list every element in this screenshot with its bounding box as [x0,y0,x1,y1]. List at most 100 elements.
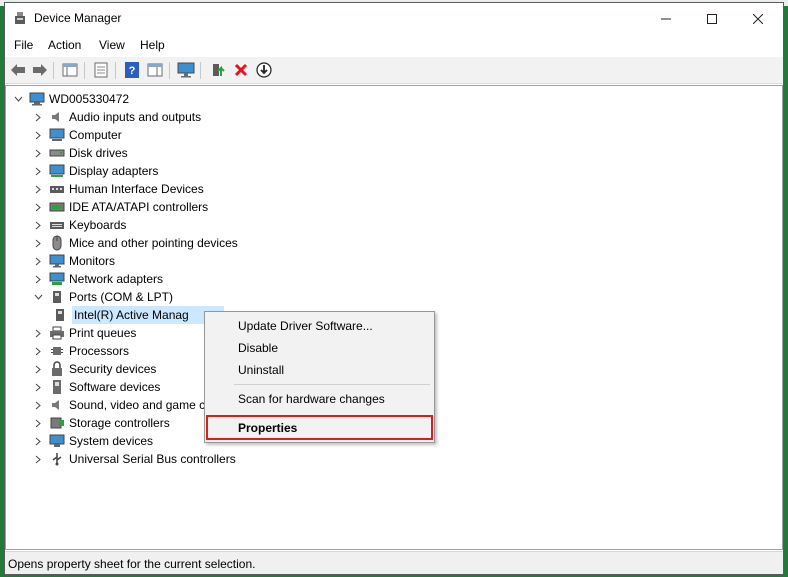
collapsed-chevron-icon[interactable] [33,256,43,266]
menu-action[interactable]: Action [48,38,81,52]
security-device-icon [49,361,65,377]
tree-item-audio[interactable]: Audio inputs and outputs [33,108,201,126]
mouse-icon [49,235,65,251]
toolbar-separator [169,62,170,79]
hid-icon [49,181,65,197]
close-icon [753,13,763,24]
tree-item-sound-video[interactable]: Sound, video and game c [33,396,205,414]
minimize-button[interactable] [643,3,689,34]
action-pane-button[interactable] [146,61,164,79]
window-title: Device Manager [34,11,122,25]
tree-root[interactable]: WD005330472 [13,90,129,108]
monitor-icon [49,253,65,269]
tree-item-security-devices[interactable]: Security devices [33,360,156,378]
tree-item-label: Print queues [69,326,137,340]
tree-item-computer[interactable]: Computer [33,126,122,144]
collapsed-chevron-icon[interactable] [33,202,43,212]
context-uninstall[interactable]: Uninstall [238,363,284,377]
collapsed-chevron-icon[interactable] [33,130,43,140]
disk-drive-icon [49,145,65,161]
tree-item-network-adapters[interactable]: Network adapters [33,270,163,288]
toolbar-separator [115,62,116,79]
tree-item-label: IDE ATA/ATAPI controllers [69,200,209,214]
tree-item-mice[interactable]: Mice and other pointing devices [33,234,238,252]
collapsed-chevron-icon[interactable] [33,400,43,410]
context-properties[interactable]: Properties [238,421,297,435]
software-device-icon [49,379,65,395]
collapsed-chevron-icon[interactable] [33,220,43,230]
action-pane-icon [147,63,163,77]
back-button[interactable] [9,61,27,79]
title-bar[interactable]: Device Manager [5,3,783,34]
computer-icon [29,91,45,107]
menu-file[interactable]: File [14,38,33,52]
show-hide-console-tree-button[interactable] [61,61,79,79]
collapsed-chevron-icon[interactable] [33,166,43,176]
collapsed-chevron-icon[interactable] [33,382,43,392]
context-update-driver[interactable]: Update Driver Software... [238,319,373,333]
forward-arrow-icon [33,64,47,76]
scan-hardware-button[interactable] [177,61,195,79]
tree-item-label: Keyboards [69,218,127,232]
tree-item-monitors[interactable]: Monitors [33,252,115,270]
expanded-chevron-icon[interactable] [13,94,23,104]
collapsed-chevron-icon[interactable] [33,436,43,446]
tree-item-processors[interactable]: Processors [33,342,129,360]
tree-item-ports[interactable]: Ports (COM & LPT) [33,288,173,306]
tree-child-label: Intel(R) Active Manag [72,306,224,324]
printer-icon [49,325,65,341]
help-icon: ? [125,62,139,78]
help-button[interactable]: ? [123,61,141,79]
tree-child-intel-amt-sol[interactable]: Intel(R) Active Manag [52,306,224,324]
context-scan-hardware[interactable]: Scan for hardware changes [238,392,385,406]
properties-toolbar-button[interactable] [92,61,110,79]
maximize-icon [707,13,717,24]
expanded-chevron-icon[interactable] [33,292,43,302]
forward-button[interactable] [31,61,49,79]
collapsed-chevron-icon[interactable] [33,364,43,374]
collapsed-chevron-icon[interactable] [33,184,43,194]
close-button[interactable] [735,3,781,34]
tree-item-label: Mice and other pointing devices [69,236,238,250]
collapsed-chevron-icon[interactable] [33,238,43,248]
menu-help[interactable]: Help [140,38,165,52]
collapsed-chevron-icon[interactable] [33,148,43,158]
ide-controller-icon [49,199,65,215]
tree-item-keyboards[interactable]: Keyboards [33,216,126,234]
tree-item-label: Universal Serial Bus controllers [69,452,236,466]
tree-item-label: Disk drives [69,146,128,160]
tree-item-storage-controllers[interactable]: Storage controllers [33,414,170,432]
tree-item-system-devices[interactable]: System devices [33,432,153,450]
tree-item-label: Monitors [69,254,116,268]
tree-item-display-adapters[interactable]: Display adapters [33,162,158,180]
context-disable[interactable]: Disable [238,341,278,355]
tree-item-print-queues[interactable]: Print queues [33,324,136,342]
tree-root-label: WD005330472 [49,92,130,106]
collapsed-chevron-icon[interactable] [33,112,43,122]
tree-item-software-devices[interactable]: Software devices [33,378,160,396]
maximize-button[interactable] [689,3,735,34]
context-menu-separator [234,384,430,385]
status-text: Opens property sheet for the current sel… [8,557,256,571]
update-driver-button[interactable] [209,61,227,79]
collapsed-chevron-icon[interactable] [33,346,43,356]
tree-item-ide-ata[interactable]: IDE ATA/ATAPI controllers [33,198,208,216]
tree-item-disk-drives[interactable]: Disk drives [33,144,128,162]
toolbar-separator [84,62,85,79]
collapsed-chevron-icon[interactable] [33,274,43,284]
menu-view[interactable]: View [99,38,125,52]
toolbar: ? [5,57,783,84]
tree-item-usb-controllers[interactable]: Universal Serial Bus controllers [33,450,236,468]
tree-item-label: Network adapters [69,272,164,286]
collapsed-chevron-icon[interactable] [33,418,43,428]
port-icon [52,307,68,323]
collapsed-chevron-icon[interactable] [33,328,43,338]
uninstall-device-button[interactable] [232,61,250,79]
back-arrow-icon [11,64,25,76]
toolbar-separator [200,62,201,79]
tree-item-hid[interactable]: Human Interface Devices [33,180,204,198]
collapsed-chevron-icon[interactable] [33,454,43,464]
minimize-icon [661,18,671,19]
storage-controller-icon [49,415,65,431]
disable-device-button[interactable] [255,61,273,79]
